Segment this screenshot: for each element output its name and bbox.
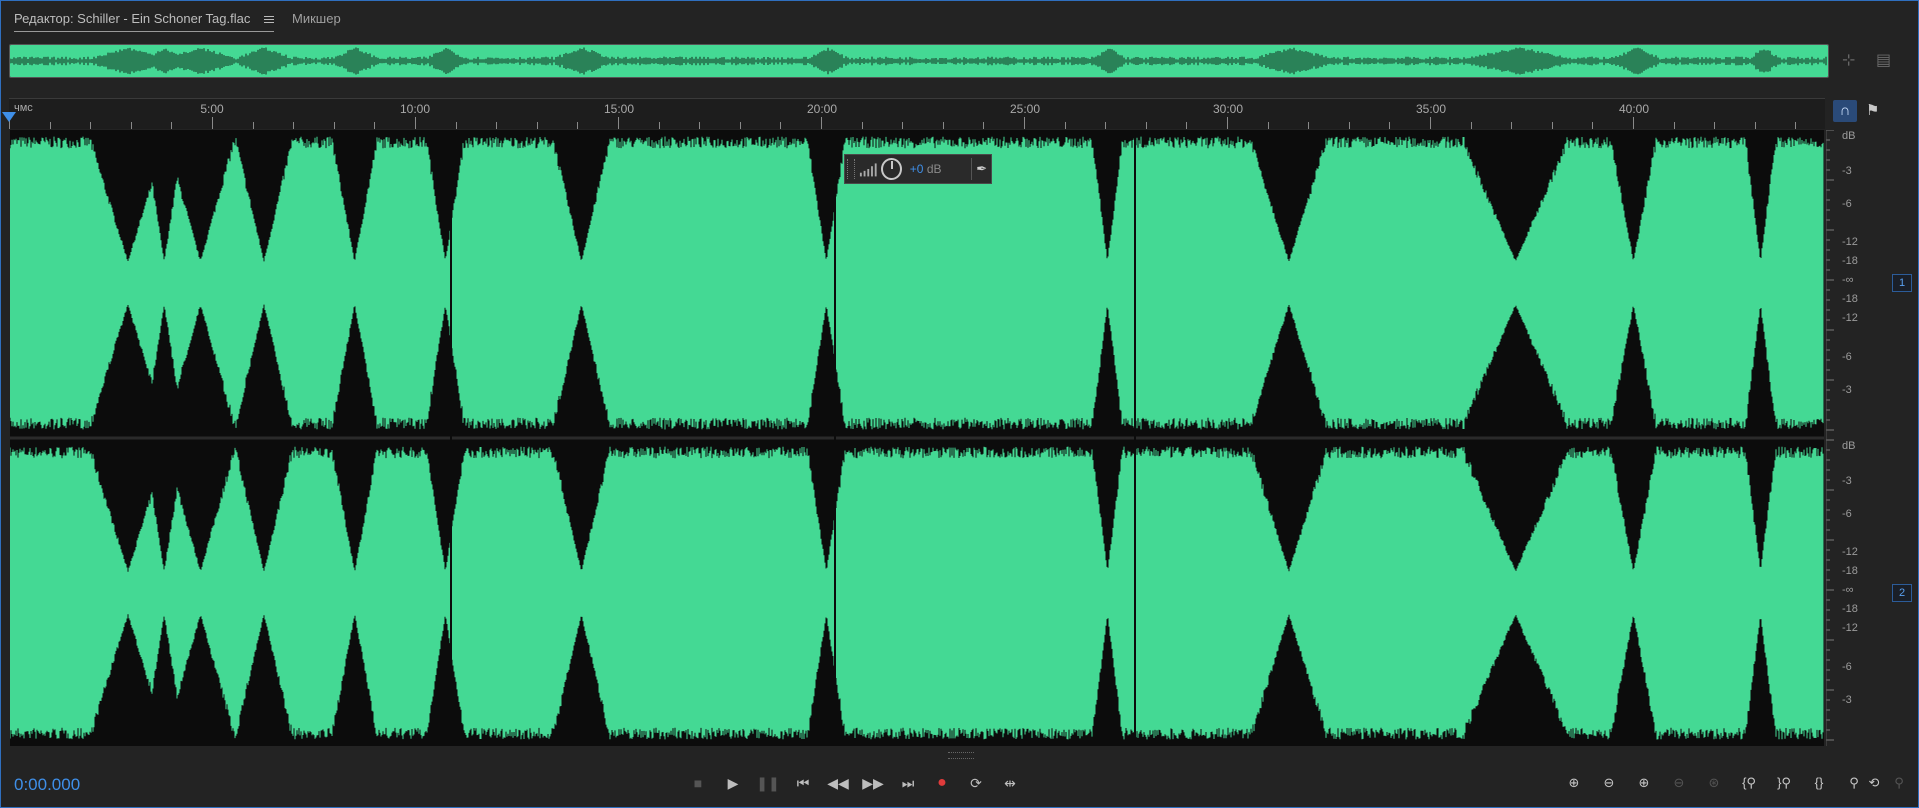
hud-grip-handle[interactable] [847,159,855,179]
db-label: -3 [1842,384,1852,396]
db-label: -3 [1842,165,1852,177]
tab-editor[interactable]: Редактор: Schiller - Ein Schoner Tag.fla… [14,11,274,32]
fast-forward-icon[interactable]: ▶▶ [860,771,886,795]
db-label: -3 [1842,694,1852,706]
db-label: -18 [1842,565,1858,577]
zoom-out-amplitude-icon[interactable]: ⊖ [1596,771,1622,795]
amplitude-ticks [1825,129,1834,746]
db-label: -6 [1842,508,1852,520]
db-label: -6 [1842,198,1852,210]
ruler-label: 25:00 [1009,102,1041,116]
volume-unit: dB [926,162,942,176]
transport-bar: 0:00.000 ■ ▶ ❚❚ ⏮ ◀◀ ▶▶ ⏭ ● ⟳ ⇹ ⊕ ⊖ ⊕ ⊖ … [0,756,1919,806]
ruler-ticks [9,117,1796,129]
tab-mixer[interactable]: Микшер [292,11,341,31]
current-time-display[interactable]: 0:00.000 [14,775,80,795]
zoom-navigator-icon[interactable]: ⊹ [1842,50,1855,70]
panel-menu-icon[interactable] [264,14,274,25]
volume-knob-icon[interactable] [881,158,902,180]
pin-hud-icon[interactable]: ✒ [971,158,991,180]
db-label: -6 [1842,661,1852,673]
loop-icon[interactable]: ⟳ [963,771,989,795]
ruler-label: 20:00 [806,102,838,116]
overview-waveform[interactable] [9,44,1829,78]
rewind-icon[interactable]: ◀◀ [825,771,851,795]
marker-pin-icon[interactable]: ⚑ [1866,101,1879,119]
db-label: -12 [1842,622,1858,634]
zoom-in-time-icon[interactable]: ⊕ [1631,771,1657,795]
overview-fill [10,45,1828,77]
ruler-label: 30:00 [1212,102,1244,116]
ruler-label: 10:00 [399,102,431,116]
level-bars-icon [859,163,877,177]
zoom-in-point-icon[interactable]: {⚲ [1736,771,1762,795]
zoom-out-time-icon[interactable]: ⊖ [1666,771,1692,795]
db-label: -12 [1842,236,1858,248]
zoom-reset-icon[interactable]: ⟲ [1861,771,1887,795]
waveform-display[interactable] [10,130,1824,746]
zoom-to-track-icon[interactable]: ⚲ [1886,771,1912,795]
time-ruler[interactable]: чмс 5:00 10:00 15:00 20:00 25:00 30:00 3… [9,98,1825,129]
channel-2-badge[interactable]: 2 [1892,584,1912,602]
play-icon[interactable]: ▶ [720,771,746,795]
skip-end-icon[interactable]: ⏭ [895,771,921,795]
db-label: -6 [1842,351,1852,363]
record-icon[interactable]: ● [929,771,955,795]
skip-start-icon[interactable]: ⏮ [790,771,816,795]
stop-icon[interactable]: ■ [685,771,711,795]
skip-selection-icon[interactable]: ⇹ [997,771,1023,795]
channel-1-badge[interactable]: 1 [1892,274,1912,292]
panel-tab-bar: Редактор: Schiller - Ein Schoner Tag.fla… [1,1,1918,37]
volume-value[interactable]: +0 dB [910,162,966,176]
ruler-label: 5:00 [200,102,224,116]
overview-waveform-graphic [10,45,1828,77]
zoom-to-selection-start-icon[interactable]: }⚲ [1771,771,1797,795]
db-label: -∞ [1842,584,1854,596]
zoom-out-full-icon[interactable]: ⊛ [1701,771,1727,795]
ruler-label: 15:00 [603,102,635,116]
tab-editor-label: Редактор: Schiller - Ein Schoner Tag.fla… [14,11,251,26]
ruler-unit-label: чмс [14,102,33,114]
waveform-graphic [10,130,1824,746]
snap-magnet-icon[interactable]: ∩ [1833,100,1857,122]
amplitude-ruler: dB -3 -6 -12 -18 -∞ -18 -12 -6 -3 1 dB -… [1825,129,1919,746]
db-label: -18 [1842,603,1858,615]
tab-mixer-label: Микшер [292,11,341,26]
volume-hud[interactable]: +0 dB ✒ [844,154,992,184]
ruler-label: 35:00 [1415,102,1447,116]
db-label: -3 [1842,475,1852,487]
pause-icon[interactable]: ❚❚ [755,771,781,795]
zoom-in-amplitude-icon[interactable]: ⊕ [1561,771,1587,795]
db-label: -12 [1842,546,1858,558]
db-label: -18 [1842,255,1858,267]
db-label: -∞ [1842,274,1854,286]
db-unit-label: dB [1842,440,1856,452]
db-label: -12 [1842,312,1858,324]
ruler-label: 40:00 [1618,102,1650,116]
db-unit-label: dB [1842,130,1856,142]
playhead-marker[interactable] [2,112,16,122]
volume-number: +0 [909,162,924,176]
zoom-to-selection-end-icon[interactable]: {} [1806,771,1832,795]
list-view-icon[interactable]: ▤ [1876,50,1891,70]
db-label: -18 [1842,293,1858,305]
